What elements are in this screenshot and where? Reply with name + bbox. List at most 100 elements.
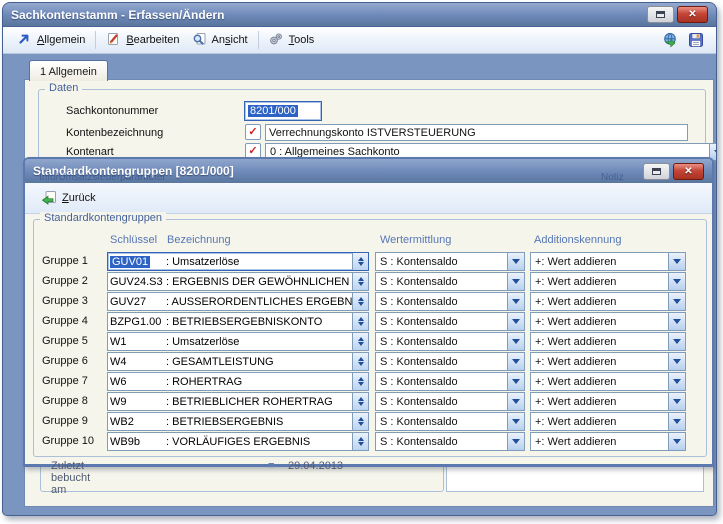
row-label: Gruppe 8 xyxy=(42,392,104,411)
wertermittlung-select[interactable]: S : Kontensaldo xyxy=(375,352,525,371)
schluessel-bezeichnung-input[interactable]: GUV27: AUSSERORDENTLICHES ERGEBNIS xyxy=(107,292,369,311)
spinner-icon[interactable] xyxy=(352,353,368,370)
column-header-1: Schlüssel xyxy=(110,234,157,246)
chevron-down-icon[interactable] xyxy=(507,393,524,410)
chevron-down-icon[interactable] xyxy=(507,413,524,430)
spinner-icon[interactable] xyxy=(352,333,368,350)
table-row: Gruppe 6W4: GESAMTLEISTUNGS : Kontensald… xyxy=(34,352,706,371)
save-icon[interactable] xyxy=(688,32,704,48)
dialog-restore-button[interactable] xyxy=(643,163,670,180)
wertermittlung-select[interactable]: S : Kontensaldo xyxy=(375,392,525,411)
edit-icon xyxy=(106,32,122,48)
menu-tools[interactable]: Tools xyxy=(263,30,321,50)
additionskennung-select[interactable]: +: Wert addieren xyxy=(530,372,686,391)
dialog-close-button[interactable]: ✕ xyxy=(673,163,704,180)
chevron-down-icon[interactable] xyxy=(507,373,524,390)
chevron-down-icon[interactable] xyxy=(507,433,524,450)
wertermittlung-select[interactable]: S : Kontensaldo xyxy=(375,432,525,451)
additionskennung-select[interactable]: +: Wert addieren xyxy=(530,352,686,371)
kontenbezeichnung-checkbox[interactable]: ✓ xyxy=(245,124,261,140)
equals-indicator: = xyxy=(268,460,274,472)
additionskennung-select[interactable]: +: Wert addieren xyxy=(530,252,686,271)
menu-bearbeiten[interactable]: Bearbeiten xyxy=(100,30,185,50)
chevron-down-icon[interactable] xyxy=(668,333,685,350)
spinner-icon[interactable] xyxy=(352,393,368,410)
sachkontonummer-input[interactable]: 8201/000 xyxy=(244,101,322,121)
sachkontonummer-row: Sachkontonummer xyxy=(66,105,158,117)
spinner-icon[interactable] xyxy=(352,293,368,310)
table-row: Gruppe 1GUV01: UmsatzerlöseS : Kontensal… xyxy=(34,252,706,271)
menu-ansicht[interactable]: Ansicht xyxy=(186,30,254,50)
column-header-3: Wertermittlung xyxy=(380,234,451,246)
menubar: Allgemein BearbeitenAnsicht Tools xyxy=(3,27,716,54)
spinner-icon[interactable] xyxy=(352,253,368,270)
schluessel-bezeichnung-input[interactable]: W1: Umsatzerlöse xyxy=(107,332,369,351)
chevron-down-icon[interactable] xyxy=(668,373,685,390)
wertermittlung-select[interactable]: S : Kontensaldo xyxy=(375,332,525,351)
spinner-icon[interactable] xyxy=(352,413,368,430)
spinner-icon[interactable] xyxy=(352,373,368,390)
chevron-down-icon[interactable] xyxy=(668,313,685,330)
additionskennung-select[interactable]: +: Wert addieren xyxy=(530,412,686,431)
standardkontengruppen-group: Standardkontengruppen SchlüsselBezeichnu… xyxy=(33,219,707,457)
magnifier-icon xyxy=(192,32,208,48)
schluessel-bezeichnung-input[interactable]: WB2: BETRIEBSERGEBNIS xyxy=(107,412,369,431)
table-row: Gruppe 4BZPG1.00: BETRIEBSERGEBNISKONTOS… xyxy=(34,312,706,331)
chevron-down-icon[interactable] xyxy=(668,253,685,270)
schluessel-bezeichnung-input[interactable]: W6: ROHERTRAG xyxy=(107,372,369,391)
chevron-down-icon[interactable] xyxy=(668,433,685,450)
additionskennung-select[interactable]: +: Wert addieren xyxy=(530,272,686,291)
chevron-down-icon[interactable] xyxy=(507,333,524,350)
wertermittlung-select[interactable]: S : Kontensaldo xyxy=(375,272,525,291)
ghost-notiz-label: Notiz xyxy=(601,172,624,183)
wertermittlung-select[interactable]: S : Kontensaldo xyxy=(375,252,525,271)
chevron-down-icon[interactable] xyxy=(507,353,524,370)
chevron-down-icon[interactable] xyxy=(668,353,685,370)
chevron-down-icon[interactable] xyxy=(668,293,685,310)
chevron-down-icon[interactable] xyxy=(668,273,685,290)
spinner-icon[interactable] xyxy=(352,433,368,450)
restore-icon xyxy=(656,11,665,18)
additionskennung-select[interactable]: +: Wert addieren xyxy=(530,312,686,331)
chevron-down-icon[interactable] xyxy=(507,313,524,330)
wertermittlung-select[interactable]: S : Kontensaldo xyxy=(375,312,525,331)
schluessel-bezeichnung-input[interactable]: GUV01: Umsatzerlöse xyxy=(107,252,369,271)
globe-export-icon[interactable] xyxy=(662,32,678,48)
tab-allgemein[interactable]: 1 Allgemein xyxy=(29,60,108,81)
table-row: Gruppe 3GUV27: AUSSERORDENTLICHES ERGEBN… xyxy=(34,292,706,311)
schluessel-bezeichnung-input[interactable]: WB9b: VORLÄUFIGES ERGEBNIS xyxy=(107,432,369,451)
additionskennung-select[interactable]: +: Wert addieren xyxy=(530,332,686,351)
zuletzt-bebucht-value: 29.04.2013 xyxy=(288,460,343,472)
chevron-down-icon[interactable] xyxy=(507,253,524,270)
schluessel-bezeichnung-input[interactable]: W9: BETRIEBLICHER ROHERTRAG xyxy=(107,392,369,411)
chevron-down-icon[interactable] xyxy=(668,393,685,410)
wertermittlung-select[interactable]: S : Kontensaldo xyxy=(375,372,525,391)
kontenbezeichnung-input[interactable]: Verrechnungskonto ISTVERSTEUERUNG xyxy=(265,124,688,141)
additionskennung-select[interactable]: +: Wert addieren xyxy=(530,392,686,411)
chevron-down-icon[interactable] xyxy=(507,273,524,290)
spinner-icon[interactable] xyxy=(352,313,368,330)
wertermittlung-select[interactable]: S : Kontensaldo xyxy=(375,412,525,431)
column-header-2: Bezeichnung xyxy=(167,234,231,246)
kontenbezeichnung-value: Verrechnungskonto ISTVERSTEUERUNG xyxy=(269,127,476,139)
window-title: Sachkontenstamm - Erfassen/Ändern xyxy=(11,8,224,22)
chevron-down-icon[interactable] xyxy=(507,293,524,310)
menubar-right-icons xyxy=(662,32,708,48)
main-titlebar: Sachkontenstamm - Erfassen/Ändern ✕ xyxy=(3,3,716,27)
main-window: Sachkontenstamm - Erfassen/Ändern ✕ Allg… xyxy=(2,2,717,516)
chevron-down-icon[interactable] xyxy=(668,413,685,430)
spinner-icon[interactable] xyxy=(352,273,368,290)
schluessel-bezeichnung-input[interactable]: W4: GESAMTLEISTUNG xyxy=(107,352,369,371)
zurueck-button[interactable]: Zurück xyxy=(35,188,102,208)
additionskennung-select[interactable]: +: Wert addieren xyxy=(530,432,686,451)
row-label: Gruppe 3 xyxy=(42,292,104,311)
close-button[interactable]: ✕ xyxy=(677,6,708,23)
kontenbezeichnung-row: Kontenbezeichnung xyxy=(66,127,163,139)
menu-allgemein[interactable]: Allgemein xyxy=(11,30,91,50)
dialog-controls: ✕ xyxy=(643,163,704,180)
schluessel-bezeichnung-input[interactable]: BZPG1.00: BETRIEBSERGEBNISKONTO xyxy=(107,312,369,331)
schluessel-bezeichnung-input[interactable]: GUV24.S3: ERGEBNIS DER GEWÖHNLICHEN GES xyxy=(107,272,369,291)
additionskennung-select[interactable]: +: Wert addieren xyxy=(530,292,686,311)
restore-button[interactable] xyxy=(647,6,674,23)
wertermittlung-select[interactable]: S : Kontensaldo xyxy=(375,292,525,311)
